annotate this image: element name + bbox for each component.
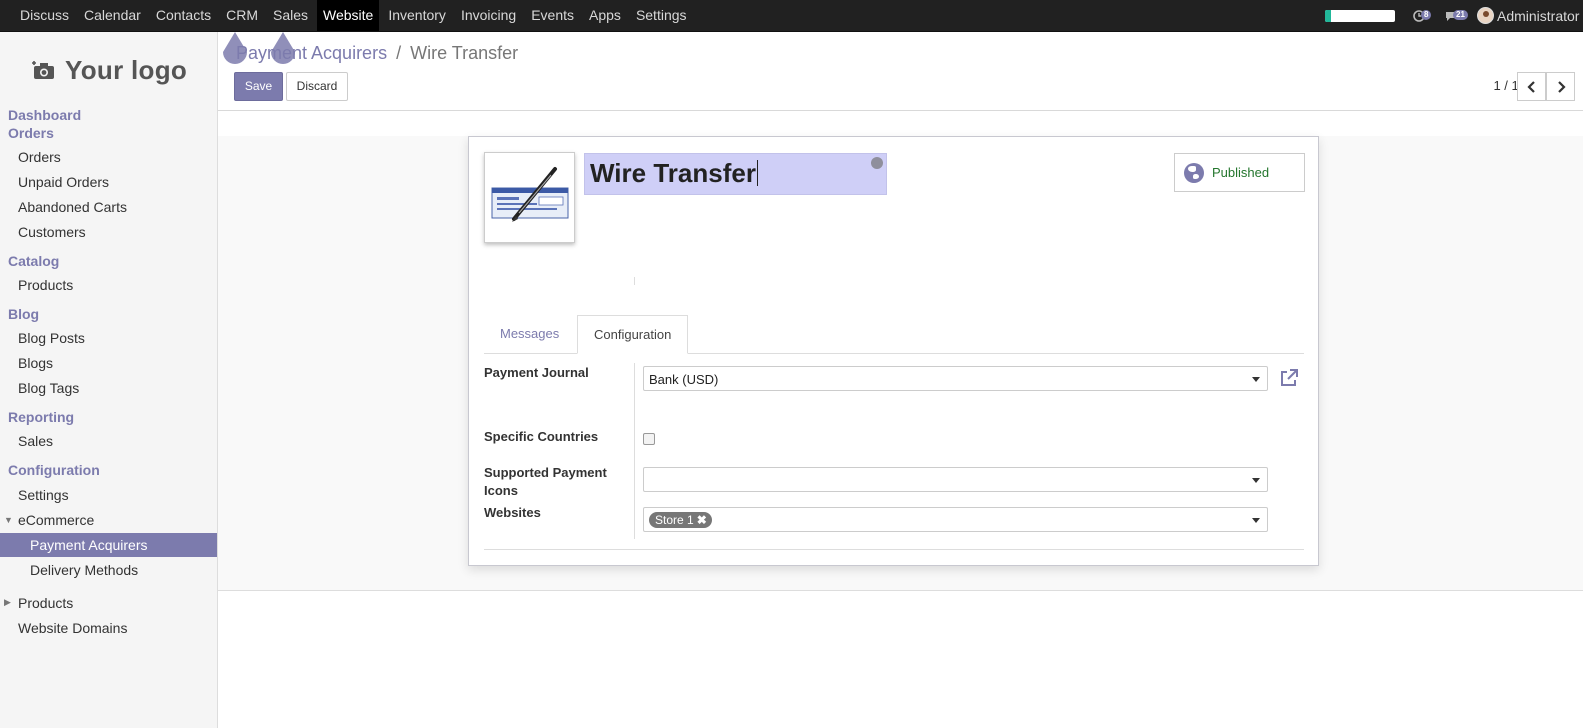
sidebar-item-sales[interactable]: Sales [18,433,53,449]
sidebar-section-catalog: Catalog [8,253,60,269]
caret-right-icon: ▶ [4,597,11,607]
pager-previous-button[interactable] [1517,72,1546,101]
acquirer-name-text: Wire Transfer [590,158,756,188]
app-menu: Discuss Calendar Contacts CRM Sales Webs… [14,0,696,31]
systray: 8 21 Administrator [1325,0,1583,31]
published-toggle-button[interactable]: Published [1174,153,1305,192]
menu-invoicing[interactable]: Invoicing [455,0,522,31]
camera-icon [32,61,54,79]
menu-apps[interactable]: Apps [583,0,627,31]
user-menu[interactable]: Administrator [1497,8,1583,24]
sidebar-section-blog: Blog [8,306,40,322]
menu-website[interactable]: Website [317,0,380,31]
translate-globe-icon[interactable] [871,157,883,169]
form-view: Wire Transfer Published Messages Configu… [218,111,1583,728]
sidebar-item-ecommerce[interactable]: eCommerce [18,512,94,528]
payment-icons-select[interactable] [643,467,1268,492]
sidebar-item-blog-tags[interactable]: Blog Tags [18,380,79,396]
sidebar-item-payment-acquirers[interactable]: Payment Acquirers [0,533,217,557]
notebook-tabs: Messages Configuration [484,315,1304,354]
menu-discuss[interactable]: Discuss [14,0,75,31]
sidebar-section-orders: Orders [8,125,54,141]
text-cursor [756,160,758,186]
cheque-pen-icon [491,167,569,222]
payment-journal-select[interactable]: Bank (USD) [643,366,1268,391]
discard-button[interactable]: Discard [286,72,348,101]
payment-icons-label: Supported Payment Icons [484,465,607,498]
caret-down-icon: ▼ [4,515,13,525]
remove-tag-icon[interactable]: ✖ [697,513,707,527]
chevron-left-icon [1526,81,1535,93]
specific-countries-checkbox[interactable] [643,433,655,445]
tour-drop-marker-icon-2[interactable] [269,32,297,66]
form-sheet: Wire Transfer Published Messages Configu… [468,136,1319,566]
sidebar-item-orders[interactable]: Orders [18,149,61,165]
sidebar-dashboard[interactable]: Dashboard [8,107,81,123]
website-tag: Store 1 ✖ [649,512,712,528]
activity-clock-icon[interactable]: 8 [1413,8,1435,24]
breadcrumb-current: Wire Transfer [410,43,519,63]
top-navbar: Discuss Calendar Contacts CRM Sales Webs… [0,0,1583,32]
published-label: Published [1212,165,1270,180]
breadcrumb-parent-link[interactable]: Payment Acquirers [236,43,387,63]
payment-journal-label: Payment Journal [484,365,589,380]
progress-fill [1325,9,1331,22]
save-button[interactable]: Save [234,72,283,101]
menu-events[interactable]: Events [525,0,580,31]
dropdown-arrow-icon [1252,518,1260,523]
tab-configuration[interactable]: Configuration [577,315,689,354]
tour-drop-marker-icon[interactable] [221,32,249,66]
breadcrumb-separator: / [396,43,402,63]
specific-countries-label: Specific Countries [484,429,599,444]
sidebar-item-products[interactable]: Products [18,277,73,293]
menu-calendar[interactable]: Calendar [78,0,147,31]
menu-settings[interactable]: Settings [630,0,693,31]
messages-chat-icon[interactable]: 21 [1445,8,1468,24]
dropdown-arrow-icon [1252,377,1260,382]
sidebar-item-website-domains[interactable]: Website Domains [18,620,127,636]
sidebar-item-unpaid-orders[interactable]: Unpaid Orders [18,174,109,190]
menu-crm[interactable]: CRM [220,0,264,31]
tab-messages[interactable]: Messages [484,315,575,354]
sidebar-section-configuration: Configuration [8,462,100,478]
websites-label: Websites [484,505,541,520]
acquirer-name-input[interactable]: Wire Transfer [584,153,887,195]
logo-text: Your logo [65,54,188,85]
company-logo[interactable]: Your logo [32,54,187,86]
websites-many2many-select[interactable]: Store 1 ✖ [643,507,1268,532]
divider [634,277,635,285]
sidebar-item-blogs[interactable]: Blogs [18,355,53,371]
sidebar-item-settings[interactable]: Settings [18,487,69,503]
chevron-right-icon [1557,81,1566,93]
menu-sales[interactable]: Sales [267,0,314,31]
user-avatar[interactable] [1477,7,1494,24]
acquirer-image[interactable] [484,152,575,243]
website-sidebar: Your logo Dashboard Orders Orders Unpaid… [0,32,218,728]
sidebar-item-abandoned-carts[interactable]: Abandoned Carts [18,199,127,215]
menu-contacts[interactable]: Contacts [150,0,217,31]
payment-journal-value: Bank (USD) [649,372,719,387]
sidebar-item-customers[interactable]: Customers [18,224,86,240]
sidebar-section-reporting: Reporting [8,409,75,425]
sidebar-item-blog-posts[interactable]: Blog Posts [18,330,85,346]
website-tag-label: Store 1 [655,513,694,527]
external-link-icon[interactable] [1279,368,1299,388]
globe-icon [1184,163,1204,183]
onboarding-progress-bar[interactable] [1325,9,1395,22]
form-bottom-divider [484,549,1304,550]
control-panel: Payment Acquirers / Wire Transfer Save D… [218,32,1583,111]
sidebar-item-config-products[interactable]: Products [18,595,73,611]
form-divider [634,363,635,539]
dropdown-arrow-icon [1252,478,1260,483]
activity-badge: 8 [1421,9,1432,20]
pager-next-button[interactable] [1546,72,1575,101]
menu-inventory[interactable]: Inventory [382,0,452,31]
messages-badge: 21 [1453,9,1468,20]
sidebar-item-delivery-methods[interactable]: Delivery Methods [30,562,138,578]
